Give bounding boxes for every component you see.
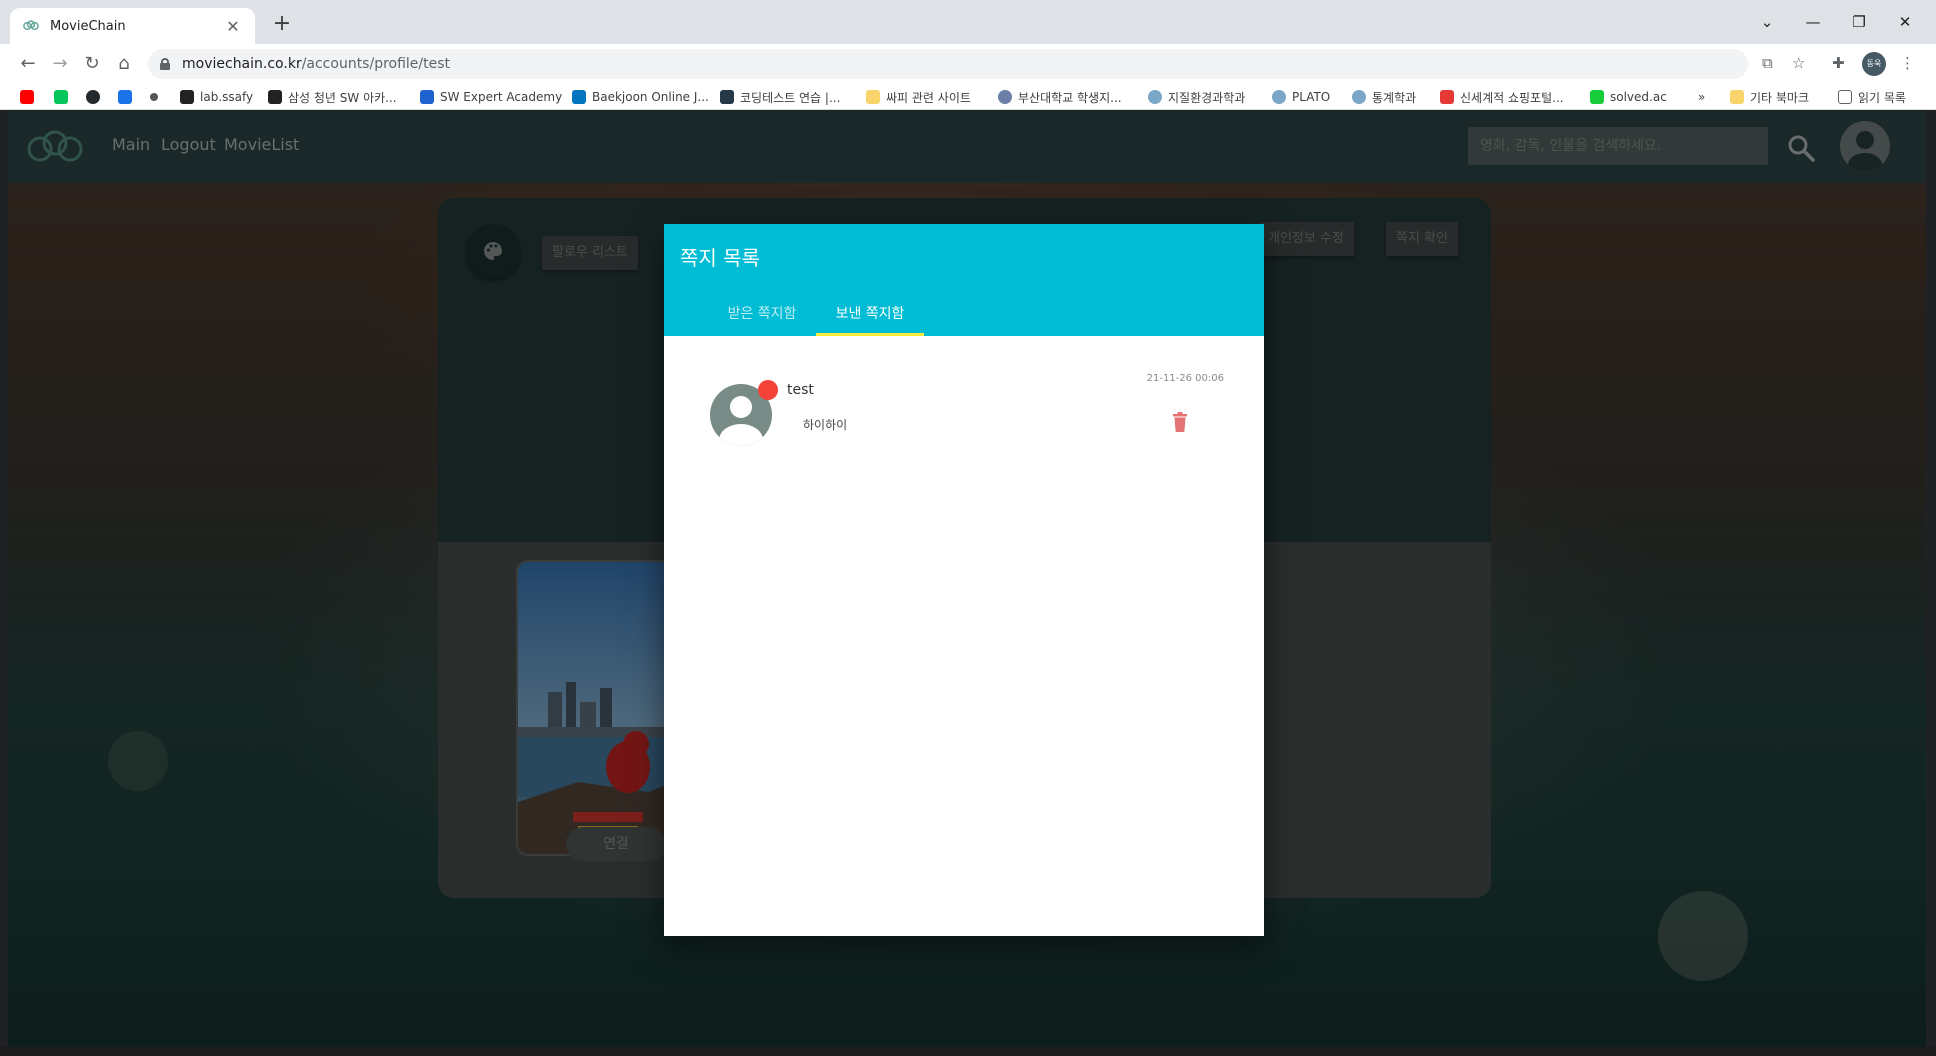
new-tab-button[interactable]: + (268, 10, 296, 38)
url-path: /accounts/profile/test (301, 56, 451, 72)
browser-tab[interactable]: MovieChain ✕ (10, 8, 255, 44)
bookmark-label: lab.ssafy (200, 90, 254, 104)
bookmark-label: solved.ac (1610, 90, 1667, 104)
bookmark-pnu-student[interactable]: 부산대학교 학생지... (998, 88, 1122, 106)
browser-tabbar: MovieChain ✕ + ⌄ — ❐ ✕ (0, 0, 1936, 44)
naver-icon (54, 90, 68, 104)
swea-icon (420, 90, 434, 104)
bookmark-label: 부산대학교 학생지... (1018, 90, 1122, 105)
tab-sent-messages[interactable]: 보낸 쪽지함 (816, 292, 924, 336)
bookmark-label: 삼성 청년 SW 아카... (288, 90, 397, 105)
tab-close-icon[interactable]: ✕ (223, 17, 243, 36)
bookmark-statistics[interactable]: 통계학과 (1352, 88, 1416, 106)
bookmark-samsung-sw[interactable]: 삼성 청년 SW 아카... (268, 88, 397, 106)
bookmark-label: 통계학과 (1372, 90, 1417, 105)
bookmarks-bar: lab.ssafy 삼성 청년 SW 아카... SW Expert Acade… (0, 84, 1936, 110)
reload-icon[interactable]: ↻ (78, 50, 106, 78)
messages-modal: 쪽지 목록 받은 쪽지함 보낸 쪽지함 test 21-11-26 00:06 … (664, 224, 1264, 936)
bookmark-label: 지질환경과학과 (1168, 90, 1246, 105)
pnu-icon (1148, 90, 1162, 104)
message-sender: test (787, 382, 814, 398)
github-icon (86, 90, 100, 104)
bookmark-label: 싸피 관련 사이트 (886, 90, 971, 105)
home-icon[interactable]: ⌂ (110, 50, 138, 78)
bookmark-geology[interactable]: 지질환경과학과 (1148, 88, 1245, 106)
bookmark-label: 기타 북마크 (1750, 90, 1810, 105)
profile-avatar-button[interactable]: 동욱 (1862, 52, 1886, 76)
more-menu-icon[interactable]: ⋮ (1900, 54, 1915, 72)
bookmark-sw-expert[interactable]: SW Expert Academy (420, 88, 562, 106)
restore-button[interactable]: ❐ (1836, 6, 1882, 38)
tab-title: MovieChain (50, 18, 126, 34)
forward-arrow-icon[interactable]: → (46, 50, 74, 78)
bookmark-lab-ssafy[interactable]: lab.ssafy (180, 88, 253, 106)
address-bar[interactable]: moviechain.co.kr/accounts/profile/test (148, 49, 1748, 79)
programmers-icon (720, 90, 734, 104)
folder-icon (866, 90, 880, 104)
delete-trash-icon[interactable] (1172, 412, 1188, 432)
active-tab-indicator (816, 333, 924, 336)
bookmark-dots[interactable] (150, 88, 164, 106)
pnu-icon (998, 90, 1012, 104)
bookmark-plato[interactable]: PLATO (1272, 88, 1330, 106)
reading-list-icon (1838, 90, 1852, 104)
bookmark-ssg[interactable]: 신세계적 쇼핑포털... (1440, 88, 1564, 106)
bookmark-baekjoon[interactable]: Baekjoon Online J... (572, 88, 709, 106)
browser-toolbar: ← → ↻ ⌂ moviechain.co.kr/accounts/profil… (0, 44, 1936, 84)
bookmark-programmers[interactable]: 코딩테스트 연습 |... (720, 88, 840, 106)
samsung-icon (268, 90, 282, 104)
bookmark-folder-ssafy[interactable]: 싸피 관련 사이트 (866, 88, 971, 106)
folder-icon (1730, 90, 1744, 104)
unread-dot (758, 380, 778, 400)
bookmark-other-folder[interactable]: 기타 북마크 (1730, 88, 1809, 106)
solved-ac-icon (1590, 90, 1604, 104)
pnu-icon (1352, 90, 1366, 104)
bookmark-github[interactable] (86, 88, 106, 106)
bookmark-naver[interactable] (54, 88, 74, 106)
page-viewport: Main Logout MovieList 팔로우 리스트 개인정 (8, 111, 1926, 1047)
modal-header: 쪽지 목록 받은 쪽지함 보낸 쪽지함 (664, 224, 1264, 336)
close-window-button[interactable]: ✕ (1882, 6, 1928, 38)
bookmark-star-icon[interactable]: ☆ (1792, 54, 1805, 72)
message-timestamp: 21-11-26 00:06 (1146, 373, 1224, 384)
translate-icon[interactable]: ⧉ (1762, 54, 1773, 72)
pnu-icon (1272, 90, 1286, 104)
lock-icon[interactable] (160, 58, 170, 70)
tab-search-chevron-icon[interactable]: ⌄ (1744, 6, 1790, 38)
os-taskbar (0, 1047, 1936, 1056)
bookmark-label: Baekjoon Online J... (592, 90, 709, 104)
ssg-icon (1440, 90, 1454, 104)
bookmark-label: 신세계적 쇼핑포털... (1460, 90, 1564, 105)
bookmarks-more-label: » (1698, 90, 1706, 104)
baekjoon-icon (572, 90, 586, 104)
reading-list-button[interactable]: 읽기 목록 (1838, 88, 1906, 106)
message-list-item[interactable]: test 21-11-26 00:06 하이하이 (664, 364, 1264, 454)
tab-received-messages[interactable]: 받은 쪽지함 (706, 292, 818, 336)
url-host: moviechain.co.kr (182, 56, 302, 72)
bookmark-solved-ac[interactable]: solved.ac (1590, 88, 1667, 106)
message-content: 하이하이 (803, 418, 848, 432)
minimize-button[interactable]: — (1790, 6, 1836, 38)
back-arrow-icon[interactable]: ← (14, 50, 42, 78)
bookmark-youtube[interactable] (20, 88, 40, 106)
dots-icon (150, 93, 158, 101)
modal-title: 쪽지 목록 (680, 246, 760, 270)
bookmark-label: 읽기 목록 (1858, 90, 1906, 105)
bookmark-label: 코딩테스트 연습 |... (740, 90, 841, 105)
bookmark-label: SW Expert Academy (440, 90, 563, 104)
youtube-icon (20, 90, 34, 104)
bookmarks-overflow-button[interactable]: » (1698, 88, 1705, 106)
bookmark-label: PLATO (1292, 90, 1331, 104)
moviechain-favicon-icon (23, 20, 39, 31)
bookmark-dropbox[interactable] (118, 88, 138, 106)
extensions-puzzle-icon[interactable]: ✚ (1832, 54, 1845, 72)
ssafy-icon (180, 90, 194, 104)
dropbox-icon (118, 90, 132, 104)
